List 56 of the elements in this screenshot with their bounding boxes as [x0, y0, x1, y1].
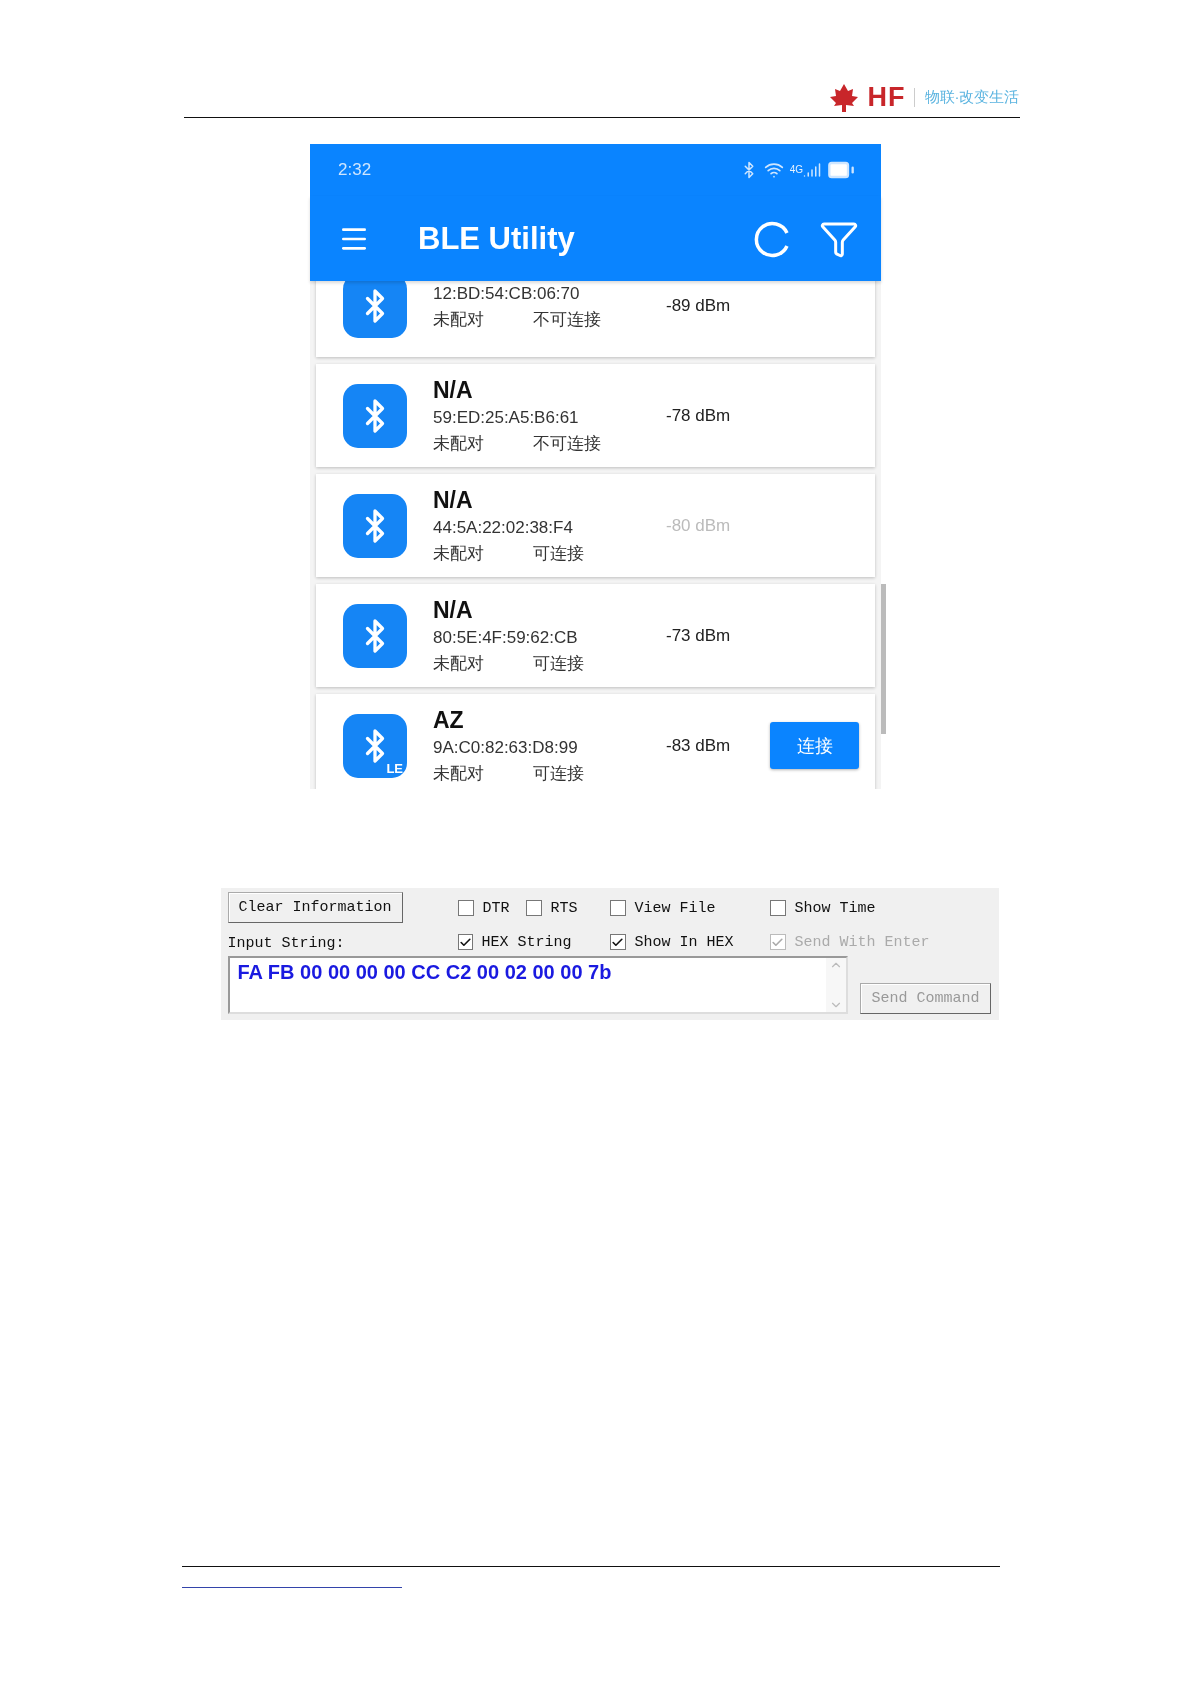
device-card[interactable]: N/A 44:5A:22:02:38:F4 未配对 可连接 -80 dBm [316, 474, 875, 577]
device-address: 9A:C0:82:63:D8:99 [433, 737, 579, 758]
checkbox[interactable] [609, 900, 626, 916]
device-address: 80:5E:4F:59:62:CB [433, 627, 579, 648]
connect-status: 不可连接 [533, 309, 602, 331]
checkbox[interactable] [769, 900, 786, 916]
checkbox-label: View File [634, 899, 716, 917]
device-name: N/A [433, 486, 474, 514]
network-label: 4G [789, 164, 803, 175]
device-card[interactable]: N/A 80:5E:4F:59:62:CB 未配对 可连接 -73 dBm [316, 584, 875, 687]
signal-strength: -83 dBm [666, 735, 732, 756]
pair-status: 未配对 [433, 542, 485, 565]
pair-status: 未配对 [433, 432, 485, 455]
device-address: 44:5A:22:02:38:F4 [433, 517, 574, 538]
wifi-icon [763, 160, 784, 180]
checkbox[interactable] [457, 900, 474, 916]
pair-status: 未配对 [433, 762, 485, 785]
device-address: 12:BD:54:CB:06:70 [433, 284, 581, 304]
connect-button[interactable]: 连接 [770, 722, 859, 769]
device-name: N/A [433, 596, 474, 624]
pair-status: 未配对 [433, 309, 485, 331]
app-title: BLE Utility [418, 220, 576, 257]
input-label: Input String: [227, 935, 345, 952]
status-time: 2:32 [338, 160, 372, 180]
signal-strength: -73 dBm [666, 625, 732, 646]
device-card[interactable]: N/A 59:ED:25:A5:B6:61 未配对 不可连接 -78 dBm [316, 364, 875, 467]
checkbox[interactable] [525, 900, 542, 916]
device-name: AZ [433, 706, 465, 734]
bluetooth-icon [343, 493, 407, 558]
pair-status: 未配对 [433, 652, 485, 675]
connect-status: 可连接 [533, 652, 585, 675]
connect-status: 可连接 [533, 762, 585, 785]
checkbox-label: RTS [550, 899, 578, 917]
device-card[interactable]: LE AZ 9A:C0:82:63:D8:99 未配对 可连接 -83 dBm 连接 [316, 694, 875, 789]
checkbox-label: DTR [482, 899, 510, 917]
logo-text: HF [867, 82, 906, 113]
clear-button[interactable]: Clear Information [227, 892, 403, 923]
device-name: N/A [433, 376, 474, 404]
checkbox-label: HEX String [481, 933, 572, 951]
device-address: 59:ED:25:A5:B6:61 [433, 407, 580, 428]
connect-status: 可连接 [533, 542, 585, 565]
bluetooth-icon [343, 603, 407, 668]
checkbox[interactable] [609, 934, 626, 950]
device-card[interactable]: 12:BD:54:CB:06:70 未配对 不可连接 -89 dBm [316, 281, 875, 357]
bluetooth-icon [343, 383, 407, 448]
signal-icon [803, 161, 821, 179]
signal-strength: -80 dBm [666, 515, 732, 536]
checkbox-label: Show Time [794, 899, 876, 917]
checkbox-label: Send With Enter [794, 933, 930, 951]
signal-strength: -89 dBm [666, 295, 732, 316]
connect-status: 不可连接 [533, 432, 602, 455]
bluetooth-icon: LE [343, 713, 407, 778]
checkbox-label: Show In HEX [634, 933, 734, 951]
signal-strength: -78 dBm [666, 405, 732, 426]
checkbox[interactable] [457, 934, 473, 950]
slogan: 物联·改变生活 [913, 88, 1020, 107]
